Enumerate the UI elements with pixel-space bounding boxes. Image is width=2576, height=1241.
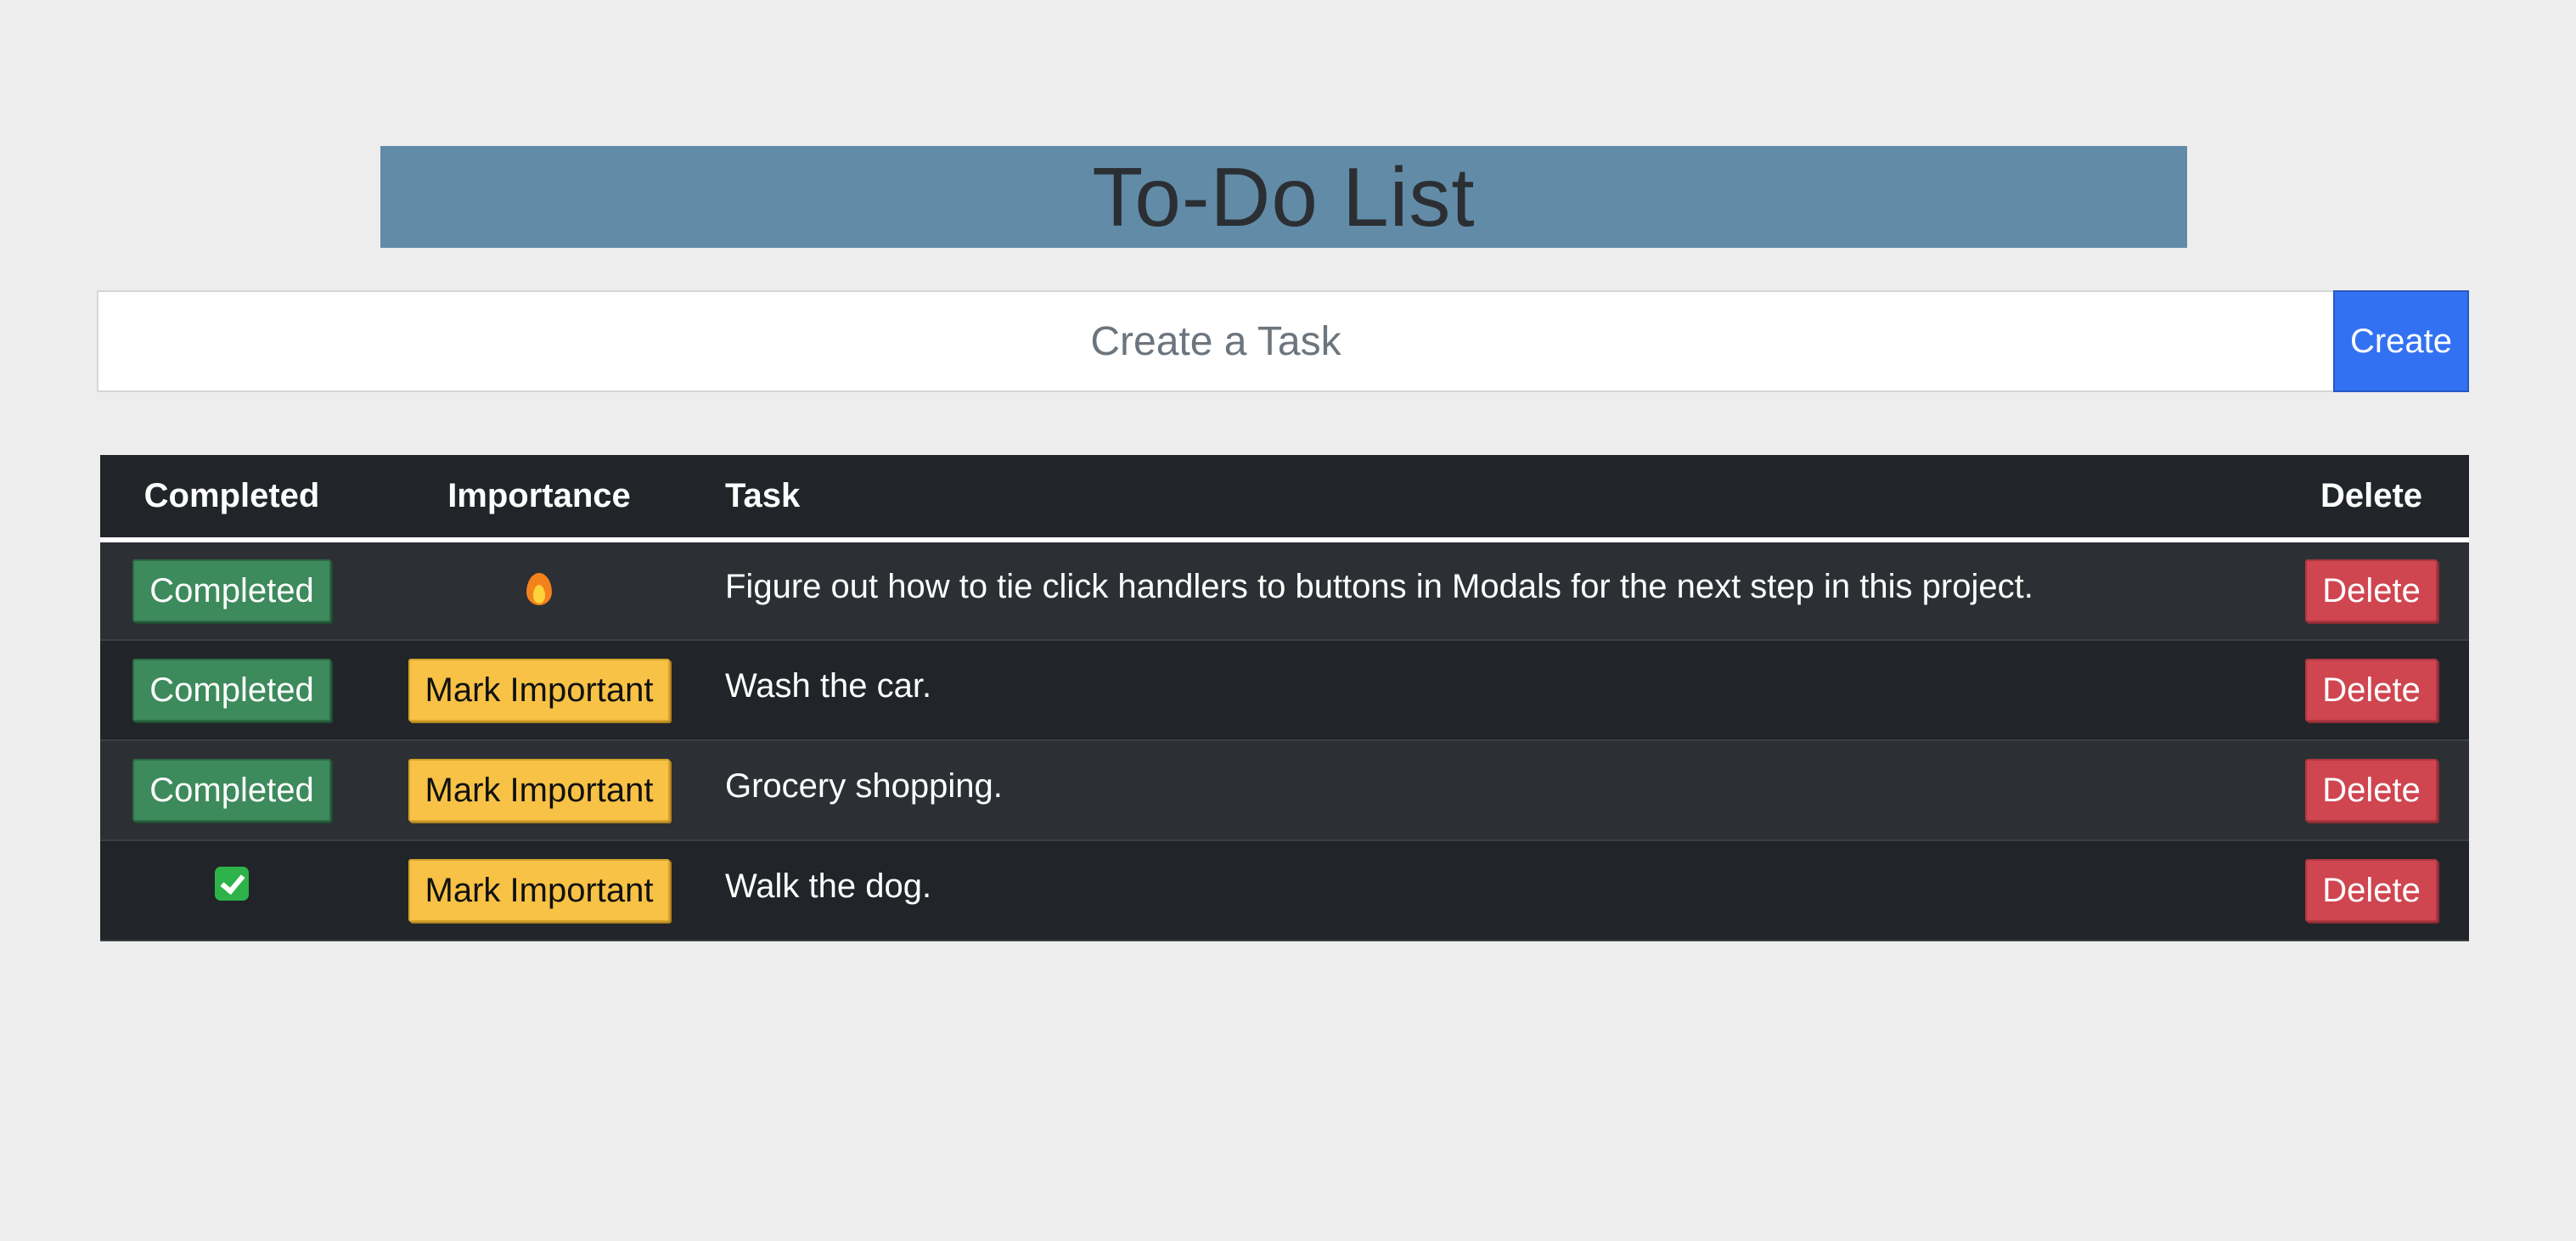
completed-cell: Completed bbox=[100, 740, 363, 840]
task-cell: Figure out how to tie click handlers to … bbox=[715, 540, 2274, 640]
table-header: Completed Importance Task Delete bbox=[100, 455, 2469, 542]
importance-cell: Mark Important bbox=[363, 840, 715, 941]
task-cell: Grocery shopping. bbox=[715, 740, 2274, 840]
create-button[interactable]: Create bbox=[2333, 290, 2469, 392]
completed-button[interactable]: Completed bbox=[132, 759, 331, 822]
task-text: Figure out how to tie click handlers to … bbox=[725, 567, 2033, 605]
mark-important-button[interactable]: Mark Important bbox=[408, 859, 671, 922]
mark-important-button[interactable]: Mark Important bbox=[408, 759, 671, 822]
task-text: Grocery shopping. bbox=[725, 766, 1003, 805]
mark-important-button[interactable]: Mark Important bbox=[408, 659, 671, 722]
table-row: Completed Mark Important Wash the car. D… bbox=[100, 640, 2469, 740]
table-header-row: Completed Importance Task Delete bbox=[100, 455, 2469, 542]
task-cell: Wash the car. bbox=[715, 640, 2274, 740]
task-text: Wash the car. bbox=[725, 666, 932, 705]
check-mark-icon[interactable] bbox=[215, 866, 249, 901]
todo-app: To-Do List Create Completed Importance T… bbox=[0, 0, 2576, 1241]
task-cell: Walk the dog. bbox=[715, 840, 2274, 941]
importance-cell: Mark Important bbox=[363, 740, 715, 840]
delete-cell: Delete bbox=[2274, 640, 2469, 740]
completed-cell: Completed bbox=[100, 540, 363, 640]
importance-cell[interactable] bbox=[363, 540, 715, 640]
importance-cell: Mark Important bbox=[363, 640, 715, 740]
create-task-form: Create bbox=[97, 290, 2469, 392]
create-task-input[interactable] bbox=[97, 290, 2333, 392]
completed-cell: Completed bbox=[100, 640, 363, 740]
table-row: Completed Figure out how to tie click ha… bbox=[100, 540, 2469, 640]
column-header-importance: Importance bbox=[363, 455, 715, 542]
completed-cell[interactable] bbox=[100, 840, 363, 941]
delete-cell: Delete bbox=[2274, 840, 2469, 941]
delete-button[interactable]: Delete bbox=[2305, 759, 2438, 822]
page-title: To-Do List bbox=[1092, 149, 1476, 244]
delete-button[interactable]: Delete bbox=[2305, 559, 2438, 622]
title-banner: To-Do List bbox=[380, 146, 2187, 248]
delete-button[interactable]: Delete bbox=[2305, 859, 2438, 922]
column-header-delete: Delete bbox=[2274, 455, 2469, 542]
table-body: Completed Figure out how to tie click ha… bbox=[100, 540, 2469, 941]
completed-button[interactable]: Completed bbox=[132, 659, 331, 722]
delete-button[interactable]: Delete bbox=[2305, 659, 2438, 722]
table-row: Completed Mark Important Grocery shoppin… bbox=[100, 740, 2469, 840]
delete-cell: Delete bbox=[2274, 540, 2469, 640]
column-header-completed: Completed bbox=[100, 455, 363, 542]
fire-icon[interactable] bbox=[526, 572, 552, 605]
completed-button[interactable]: Completed bbox=[132, 559, 331, 622]
task-table: Completed Importance Task Delete Complet… bbox=[100, 455, 2469, 941]
task-text: Walk the dog. bbox=[725, 867, 932, 905]
column-header-task: Task bbox=[715, 455, 2274, 542]
delete-cell: Delete bbox=[2274, 740, 2469, 840]
table-row: Mark Important Walk the dog. Delete bbox=[100, 840, 2469, 941]
